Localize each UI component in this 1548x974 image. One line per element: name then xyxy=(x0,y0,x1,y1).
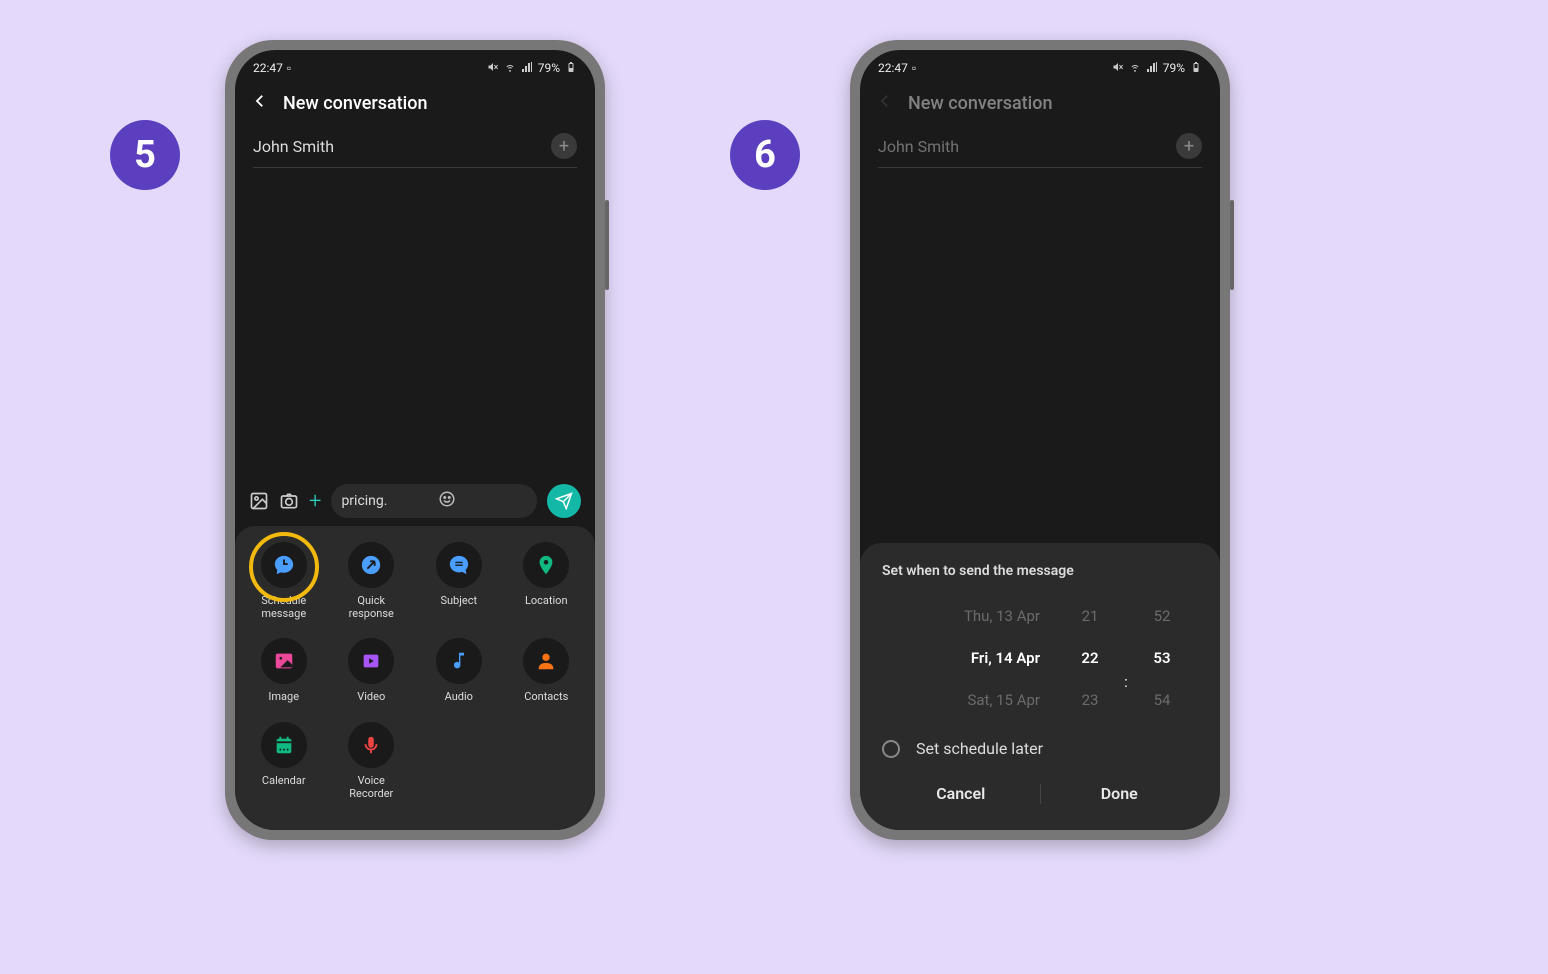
recipient-row: John Smith + xyxy=(860,127,1220,167)
picker-title: Set when to send the message xyxy=(882,563,1198,579)
recipient-row[interactable]: John Smith + xyxy=(235,127,595,167)
message-area xyxy=(235,168,595,476)
phone-step-6: 22:47 ▫ 79% New conversation John Smith … xyxy=(850,40,1230,840)
attach-label: Image xyxy=(268,690,299,703)
attach-label: Video xyxy=(357,690,385,703)
conversation-header: New conversation xyxy=(860,80,1220,127)
camera-icon[interactable] xyxy=(279,491,299,511)
wifi-icon xyxy=(504,61,516,76)
header-title: New conversation xyxy=(283,93,427,114)
add-recipient-button[interactable]: + xyxy=(551,133,577,159)
back-icon[interactable] xyxy=(876,92,894,115)
minute-wheel[interactable]: 52 53 54 xyxy=(1136,607,1188,709)
message-text: pricing. xyxy=(341,493,430,509)
attachment-panel: Schedule message Quick response Subject … xyxy=(235,526,595,830)
recipient-name: John Smith xyxy=(878,137,959,156)
compose-bar: + pricing. xyxy=(235,476,595,526)
attach-subject[interactable]: Subject xyxy=(418,542,500,620)
wifi-icon xyxy=(1129,61,1141,76)
signal-icon xyxy=(1146,61,1158,76)
add-recipient-button: + xyxy=(1176,133,1202,159)
attach-image[interactable]: Image xyxy=(243,638,325,703)
min-selected[interactable]: 53 xyxy=(1136,649,1188,667)
step-badge-6: 6 xyxy=(730,120,800,190)
date-selected[interactable]: Fri, 14 Apr xyxy=(892,649,1040,667)
gallery-icon[interactable] xyxy=(249,491,269,511)
datetime-wheel[interactable]: Thu, 13 Apr Fri, 14 Apr Sat, 15 Apr 21 2… xyxy=(882,607,1198,709)
set-later-row[interactable]: Set schedule later xyxy=(882,739,1198,758)
battery-icon xyxy=(565,61,577,76)
hour-wheel[interactable]: 21 22 23 xyxy=(1064,607,1116,709)
date-wheel[interactable]: Thu, 13 Apr Fri, 14 Apr Sat, 15 Apr xyxy=(892,607,1064,709)
attach-audio[interactable]: Audio xyxy=(418,638,500,703)
hour-prev[interactable]: 21 xyxy=(1064,607,1116,625)
date-next[interactable]: Sat, 15 Apr xyxy=(892,691,1040,709)
attach-label: Contacts xyxy=(524,690,568,703)
battery-label: 79% xyxy=(538,61,560,75)
step-badge-5: 5 xyxy=(110,120,180,190)
radio-icon[interactable] xyxy=(882,740,900,758)
done-button[interactable]: Done xyxy=(1041,784,1199,804)
set-later-label: Set schedule later xyxy=(916,739,1043,758)
attach-location[interactable]: Location xyxy=(506,542,588,620)
attach-label: Quick response xyxy=(349,594,394,620)
battery-label: 79% xyxy=(1163,61,1185,75)
message-area xyxy=(860,168,1220,543)
attach-schedule-message[interactable]: Schedule message xyxy=(243,542,325,620)
battery-icon xyxy=(1190,61,1202,76)
status-notif-icon: ▫ xyxy=(287,61,291,75)
hour-selected[interactable]: 22 xyxy=(1064,649,1116,667)
status-notif-icon: ▫ xyxy=(912,61,916,75)
hour-next[interactable]: 23 xyxy=(1064,691,1116,709)
attach-label: Voice Recorder xyxy=(349,774,393,800)
status-bar: 22:47 ▫ 79% xyxy=(860,50,1220,80)
emoji-icon[interactable] xyxy=(438,490,527,512)
attach-label: Calendar xyxy=(262,774,306,787)
header-title: New conversation xyxy=(908,93,1052,114)
signal-icon xyxy=(521,61,533,76)
highlight-ring xyxy=(249,532,319,602)
time-separator: : xyxy=(1116,626,1136,691)
recipient-name: John Smith xyxy=(253,137,334,156)
attach-contacts[interactable]: Contacts xyxy=(506,638,588,703)
attach-calendar[interactable]: Calendar xyxy=(243,722,325,800)
attach-quick-response[interactable]: Quick response xyxy=(331,542,413,620)
attach-label: Subject xyxy=(440,594,477,607)
schedule-picker-sheet: Set when to send the message Thu, 13 Apr… xyxy=(860,543,1220,830)
back-icon[interactable] xyxy=(251,92,269,115)
attach-label: Location xyxy=(525,594,568,607)
mute-icon xyxy=(487,61,499,76)
status-time: 22:47 xyxy=(253,61,283,75)
attach-voice-recorder[interactable]: Voice Recorder xyxy=(331,722,413,800)
conversation-header: New conversation xyxy=(235,80,595,127)
send-button[interactable] xyxy=(547,484,581,518)
min-next[interactable]: 54 xyxy=(1136,691,1188,709)
status-bar: 22:47 ▫ 79% xyxy=(235,50,595,80)
status-time: 22:47 xyxy=(878,61,908,75)
plus-icon[interactable]: + xyxy=(309,489,321,514)
attach-label: Audio xyxy=(445,690,473,703)
mute-icon xyxy=(1112,61,1124,76)
min-prev[interactable]: 52 xyxy=(1136,607,1188,625)
attach-video[interactable]: Video xyxy=(331,638,413,703)
date-prev[interactable]: Thu, 13 Apr xyxy=(892,607,1040,625)
message-input[interactable]: pricing. xyxy=(331,484,537,518)
phone-step-5: 22:47 ▫ 79% New conversation John Smith … xyxy=(225,40,605,840)
cancel-button[interactable]: Cancel xyxy=(882,784,1040,804)
